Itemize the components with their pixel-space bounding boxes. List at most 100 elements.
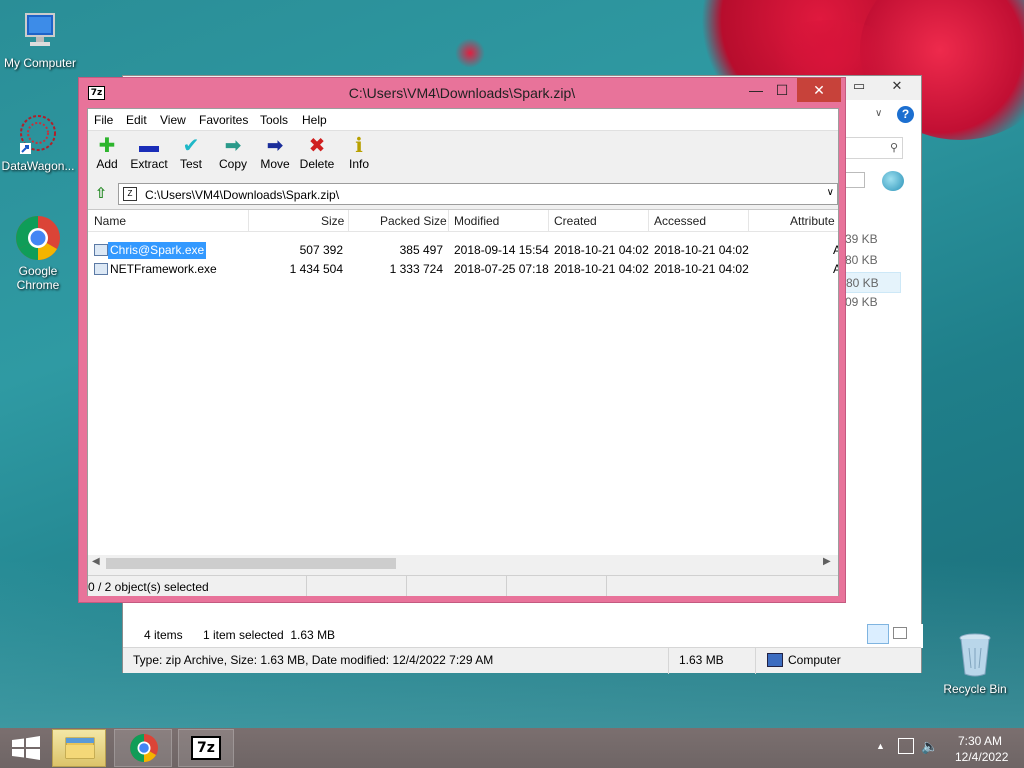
column-header-modified[interactable]: Modified <box>454 214 499 228</box>
menu-help[interactable]: Help <box>302 113 327 127</box>
maximize-button[interactable]: ☐ <box>769 78 795 102</box>
close-button[interactable]: ✕ <box>797 78 841 102</box>
file-name[interactable]: NETFramework.exe <box>110 262 217 276</box>
explorer-selected-info: 1 item selected 1.63 MB <box>203 628 336 642</box>
list-item: 39 KB <box>845 232 878 246</box>
desktop-icon-chrome[interactable]: Google Chrome <box>0 214 78 292</box>
file-created: 2018-10-21 04:02 <box>554 243 649 257</box>
file-packed-size: 385 497 <box>399 243 443 257</box>
explorer-details-location: Computer <box>788 653 841 667</box>
column-header-created[interactable]: Created <box>554 214 597 228</box>
move-arrow-icon: ➡ <box>266 135 284 157</box>
chevron-down-icon[interactable]: ∨ <box>875 108 882 119</box>
test-button[interactable]: ✔ Test <box>168 135 214 171</box>
divider <box>755 648 756 674</box>
explorer-status-row: 4 items 1 item selected 1.63 MB <box>123 624 923 648</box>
taskbar-file-explorer[interactable] <box>52 729 106 767</box>
explorer-ribbon-strip: ∨ ? <box>845 104 921 128</box>
minus-icon: ▬ <box>139 135 159 157</box>
menu-tools[interactable]: Tools <box>260 113 288 127</box>
table-row[interactable]: Chris@Spark.exe 507 392 385 497 2018-09-… <box>88 241 838 260</box>
chevron-down-icon[interactable]: ∨ <box>827 187 834 198</box>
menu-file[interactable]: File <box>94 113 113 127</box>
menu-favorites[interactable]: Favorites <box>199 113 248 127</box>
copy-arrow-icon: ➡ <box>224 135 242 157</box>
divider <box>748 210 749 232</box>
show-hidden-icons-chevron-icon[interactable]: ▲ <box>876 741 885 751</box>
scroll-left-icon[interactable]: ◀ <box>92 556 100 567</box>
divider <box>648 210 649 232</box>
divider <box>348 210 349 232</box>
network-icon[interactable] <box>898 738 914 754</box>
desktop-icon-label: DataWagon... <box>1 159 75 173</box>
taskbar: 7z ▲ 🔈 7:30 AM 12/4/2022 <box>0 728 1024 768</box>
check-icon: ✔ <box>182 135 200 157</box>
divider <box>506 576 507 596</box>
toolbar: ✚ Add ▬ Extract ✔ Test ➡ Copy ➡ Move ✖ D… <box>88 131 838 181</box>
menu-edit[interactable]: Edit <box>126 113 147 127</box>
extract-button[interactable]: ▬ Extract <box>126 135 172 171</box>
taskbar-chrome[interactable] <box>114 729 172 767</box>
explorer-minimize-button[interactable]: ▭ <box>845 78 873 94</box>
desktop-icon-my-computer[interactable]: My Computer <box>0 10 80 70</box>
column-header-attributes[interactable]: Attribute <box>790 214 835 228</box>
file-list: Name Size Packed Size Modified Created A… <box>88 209 838 571</box>
desktop-icon-recycle-bin[interactable]: Recycle Bin <box>935 630 1015 696</box>
help-icon[interactable]: ? <box>897 106 914 123</box>
add-button[interactable]: ✚ Add <box>84 135 130 171</box>
clock-time[interactable]: 7:30 AM <box>958 734 1002 748</box>
file-size: 1 434 504 <box>289 262 343 276</box>
taskbar-seven-zip[interactable]: 7z <box>178 729 234 767</box>
chrome-icon <box>130 734 158 762</box>
menu-view[interactable]: View <box>160 113 186 127</box>
column-header-name[interactable]: Name <box>94 214 126 228</box>
scroll-right-icon[interactable]: ▶ <box>823 556 831 567</box>
windows-logo-icon <box>12 736 40 760</box>
explorer-search-input[interactable]: ⚲ <box>845 137 903 159</box>
seven-zip-icon: 7z <box>191 736 221 760</box>
clock-date[interactable]: 12/4/2022 <box>955 750 1008 764</box>
scrollbar-thumb[interactable] <box>106 558 396 569</box>
list-item: 80 KB <box>845 253 878 267</box>
column-header-size[interactable]: Size <box>321 214 344 228</box>
column-header-accessed[interactable]: Accessed <box>654 214 706 228</box>
view-icon[interactable] <box>845 172 865 188</box>
recycle-bin-icon <box>955 630 995 680</box>
horizontal-scrollbar[interactable]: ◀ ▶ <box>88 555 838 572</box>
explorer-item-count: 4 items <box>144 628 183 642</box>
explorer-details-size: 1.63 MB <box>679 653 724 667</box>
divider <box>548 210 549 232</box>
divider <box>248 210 249 232</box>
column-header-packed-size[interactable]: Packed Size <box>380 214 447 228</box>
explorer-close-button[interactable]: ✕ <box>883 78 911 94</box>
monitor-icon <box>18 10 62 54</box>
file-name[interactable]: Chris@Spark.exe <box>108 242 207 259</box>
folder-up-icon[interactable]: ⇧ <box>92 185 110 203</box>
divider <box>606 576 607 596</box>
file-modified: 2018-07-25 07:18 <box>454 262 549 276</box>
search-icon: ⚲ <box>889 142 898 154</box>
plus-icon: ✚ <box>98 135 116 157</box>
list-header: Name Size Packed Size Modified Created A… <box>88 210 838 232</box>
desktop-icon-datawagon[interactable]: DataWagon... <box>0 113 78 173</box>
info-button[interactable]: ℹ Info <box>336 135 382 171</box>
list-item: 09 KB <box>845 295 878 309</box>
details-view-icon[interactable] <box>867 624 889 644</box>
speaker-icon[interactable]: 🔈 <box>921 738 938 755</box>
address-bar: ⇧ Z C:\Users\VM4\Downloads\Spark.zip\ ∨ <box>88 183 838 207</box>
move-button[interactable]: ➡ Move <box>252 135 298 171</box>
file-attributes: A <box>833 243 838 257</box>
divider <box>668 648 669 674</box>
status-selection: 0 / 2 object(s) selected <box>88 580 209 594</box>
minimize-button[interactable]: — <box>743 78 769 102</box>
zip-archive-icon: Z <box>123 187 137 201</box>
delete-button[interactable]: ✖ Delete <box>294 135 340 171</box>
network-globe-icon[interactable] <box>882 171 904 191</box>
copy-button[interactable]: ➡ Copy <box>210 135 256 171</box>
table-row[interactable]: NETFramework.exe 1 434 504 1 333 724 201… <box>88 260 838 279</box>
address-input[interactable]: Z C:\Users\VM4\Downloads\Spark.zip\ ∨ <box>118 183 838 205</box>
large-icons-view-icon[interactable] <box>893 627 907 639</box>
start-button[interactable] <box>6 729 46 767</box>
seven-zip-titlebar[interactable]: 7z C:\Users\VM4\Downloads\Spark.zip\ — ☐… <box>79 78 845 108</box>
folder-icon <box>65 737 95 759</box>
